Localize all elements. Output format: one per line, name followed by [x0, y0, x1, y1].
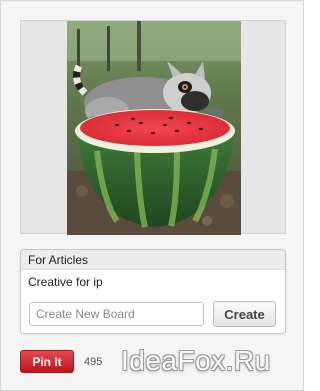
board-item-for-articles[interactable]: For Articles: [21, 250, 285, 270]
pin-dialog: For Articles Creative for ip Create Pin …: [0, 0, 304, 391]
pin-image-panel: [20, 20, 286, 235]
board-item-creative-for-ip[interactable]: Creative for ip: [21, 272, 285, 292]
board-picker: For Articles Creative for ip Create: [20, 249, 286, 334]
watermark: IdeaFox.Ru: [121, 345, 271, 376]
pin-photo: [67, 21, 241, 235]
create-board-button[interactable]: Create: [213, 301, 276, 327]
pin-count: 495: [84, 356, 103, 368]
create-board-input[interactable]: [29, 302, 204, 326]
pin-it-button[interactable]: Pin It: [20, 350, 74, 373]
